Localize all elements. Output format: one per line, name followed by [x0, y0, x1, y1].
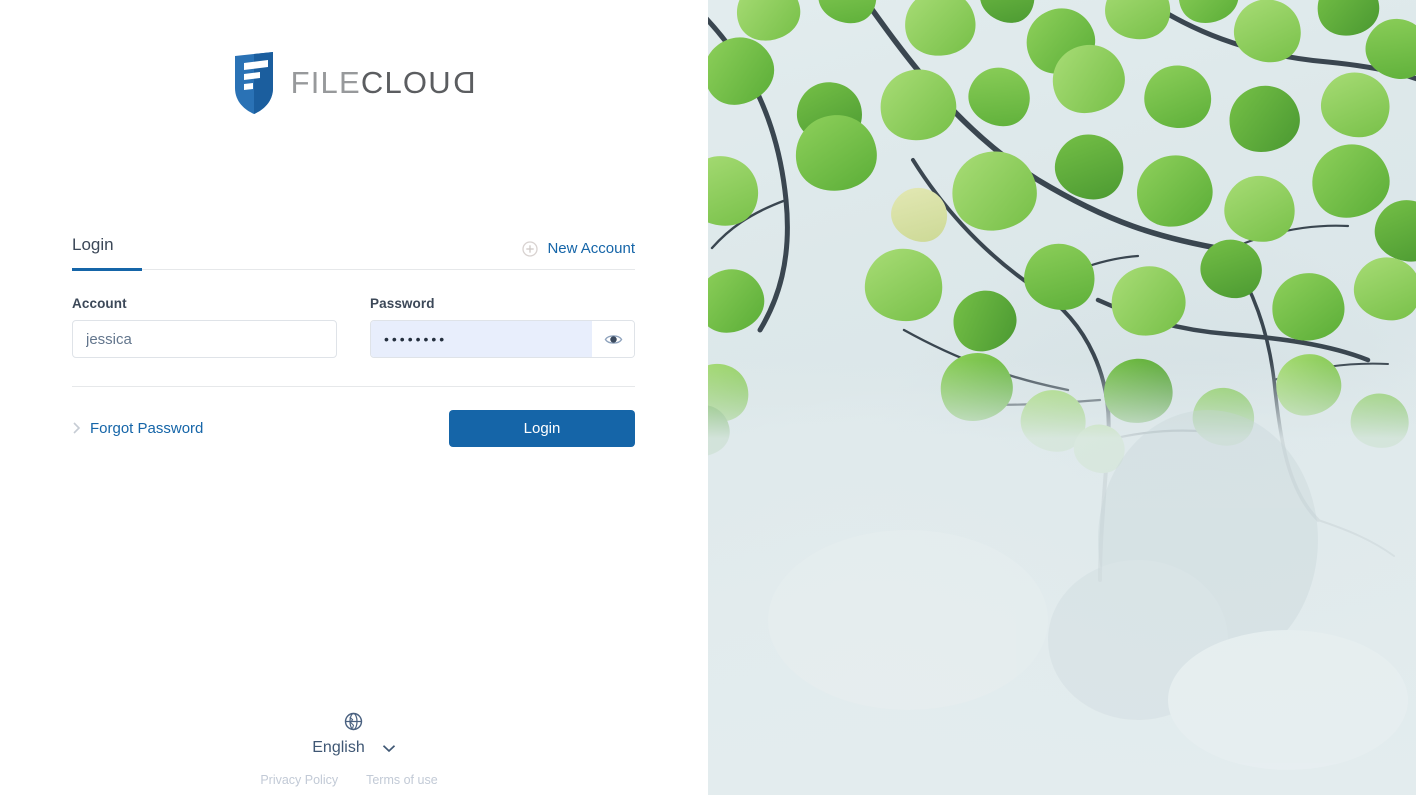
credential-fields: Account Password	[72, 296, 635, 358]
password-field-group: Password	[370, 296, 635, 358]
forgot-password-label: Forgot Password	[90, 419, 204, 437]
forgot-password-link[interactable]: Forgot Password	[72, 420, 203, 437]
toggle-password-visibility-button[interactable]	[592, 321, 634, 357]
password-input-box[interactable]	[370, 320, 635, 358]
globe-icon	[345, 712, 363, 731]
tabs-row: Login New Account	[72, 218, 635, 271]
filecloud-shield-logo-icon	[234, 52, 273, 114]
password-label: Password	[370, 296, 435, 311]
brand-wordmark: FILECLOUD	[291, 65, 476, 101]
account-input[interactable]	[73, 321, 336, 357]
hero-image-panel	[708, 0, 1416, 795]
account-input-box[interactable]	[72, 320, 337, 358]
language-label: English	[312, 739, 365, 756]
tab-login[interactable]: Login	[72, 235, 142, 271]
legal-links: Privacy Policy Terms of use	[260, 773, 437, 787]
login-panel: FILECLOUD Login New Account Account jess…	[0, 0, 708, 795]
language-selector[interactable]: English	[312, 712, 395, 757]
actions-row: Forgot Password Login	[72, 409, 635, 447]
terms-of-use-link[interactable]: Terms of use	[366, 773, 438, 787]
wordmark-clou: CLOU	[360, 65, 452, 100]
form-divider	[72, 386, 635, 387]
eye-icon	[604, 334, 623, 344]
chevron-down-icon	[382, 744, 395, 752]
tab-active-indicator	[72, 268, 142, 271]
account-field-group: Account	[72, 296, 337, 358]
login-page: FILECLOUD Login New Account Account jess…	[0, 0, 1416, 795]
login-form: Login New Account Account jessica Passwo…	[72, 218, 635, 447]
language-row: English	[312, 739, 395, 757]
password-input[interactable]	[371, 321, 592, 357]
login-button[interactable]: Login	[449, 409, 635, 447]
account-label: Account	[72, 296, 127, 311]
wordmark-d: D	[451, 65, 476, 100]
tab-login-label: Login	[72, 235, 114, 254]
green-leaves-photo	[708, 0, 1416, 795]
new-account-label: New Account	[547, 240, 635, 257]
wordmark-file: FILE	[290, 65, 361, 100]
brand-logo: FILECLOUD	[0, 52, 708, 114]
plus-circle-icon	[522, 240, 539, 257]
login-footer: English Privacy Policy Terms of use	[0, 712, 708, 787]
chevron-right-icon	[73, 422, 81, 434]
new-account-link[interactable]: New Account	[522, 240, 635, 269]
privacy-policy-link[interactable]: Privacy Policy	[260, 773, 338, 787]
